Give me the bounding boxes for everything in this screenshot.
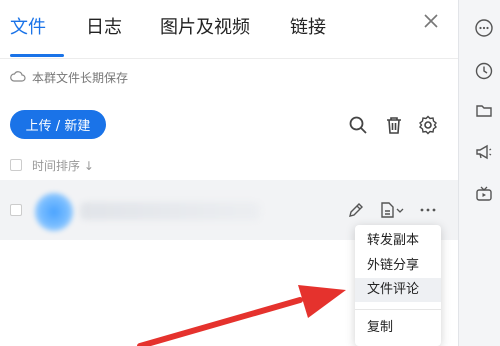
doc-dropdown-icon[interactable] xyxy=(378,200,406,220)
menu-file-comment[interactable]: 文件评论 xyxy=(355,278,441,302)
search-icon[interactable] xyxy=(347,114,369,136)
sort-by-time[interactable]: 时间排序 ↓ xyxy=(32,157,94,174)
gear-icon[interactable] xyxy=(417,114,439,136)
more-icon[interactable] xyxy=(418,200,438,220)
menu-forward-copy[interactable]: 转发副本 xyxy=(355,229,441,253)
clock-icon[interactable] xyxy=(474,61,494,81)
trash-icon[interactable] xyxy=(383,114,405,136)
more-circle-icon[interactable] xyxy=(474,18,494,38)
folder-icon[interactable] xyxy=(474,101,494,121)
file-context-menu: 转发副本 外链分享 文件评论 复制 xyxy=(355,225,441,346)
right-rail xyxy=(458,0,500,346)
megaphone-icon[interactable] xyxy=(474,142,494,162)
tab-logs[interactable]: 日志 xyxy=(86,13,122,39)
upload-new-button[interactable]: 上传 / 新建 xyxy=(10,110,106,139)
select-all-checkbox[interactable] xyxy=(10,159,22,171)
tab-files[interactable]: 文件 xyxy=(10,13,46,39)
menu-separator xyxy=(355,309,441,310)
edit-icon[interactable] xyxy=(346,200,366,220)
tab-links[interactable]: 链接 xyxy=(290,13,326,39)
file-panel: 文件 日志 图片及视频 链接 本群文件长期保存 上传 / 新建 时间排序 ↓ 转… xyxy=(0,0,458,346)
close-icon[interactable] xyxy=(420,10,442,32)
file-thumbnail xyxy=(34,192,74,232)
menu-share-link[interactable]: 外链分享 xyxy=(355,254,441,278)
tab-media[interactable]: 图片及视频 xyxy=(160,13,250,39)
file-checkbox[interactable] xyxy=(10,204,22,216)
storage-notice: 本群文件长期保存 xyxy=(10,68,128,86)
file-name-blurred xyxy=(80,202,260,220)
cloud-icon xyxy=(10,69,26,86)
menu-copy[interactable]: 复制 xyxy=(355,316,441,340)
sort-row: 时间排序 ↓ xyxy=(10,155,94,175)
active-tab-indicator xyxy=(10,54,64,57)
tv-icon[interactable] xyxy=(474,184,494,204)
storage-notice-text: 本群文件长期保存 xyxy=(32,70,129,85)
header-divider xyxy=(0,58,458,59)
tab-bar: 文件 日志 图片及视频 链接 xyxy=(0,0,458,58)
